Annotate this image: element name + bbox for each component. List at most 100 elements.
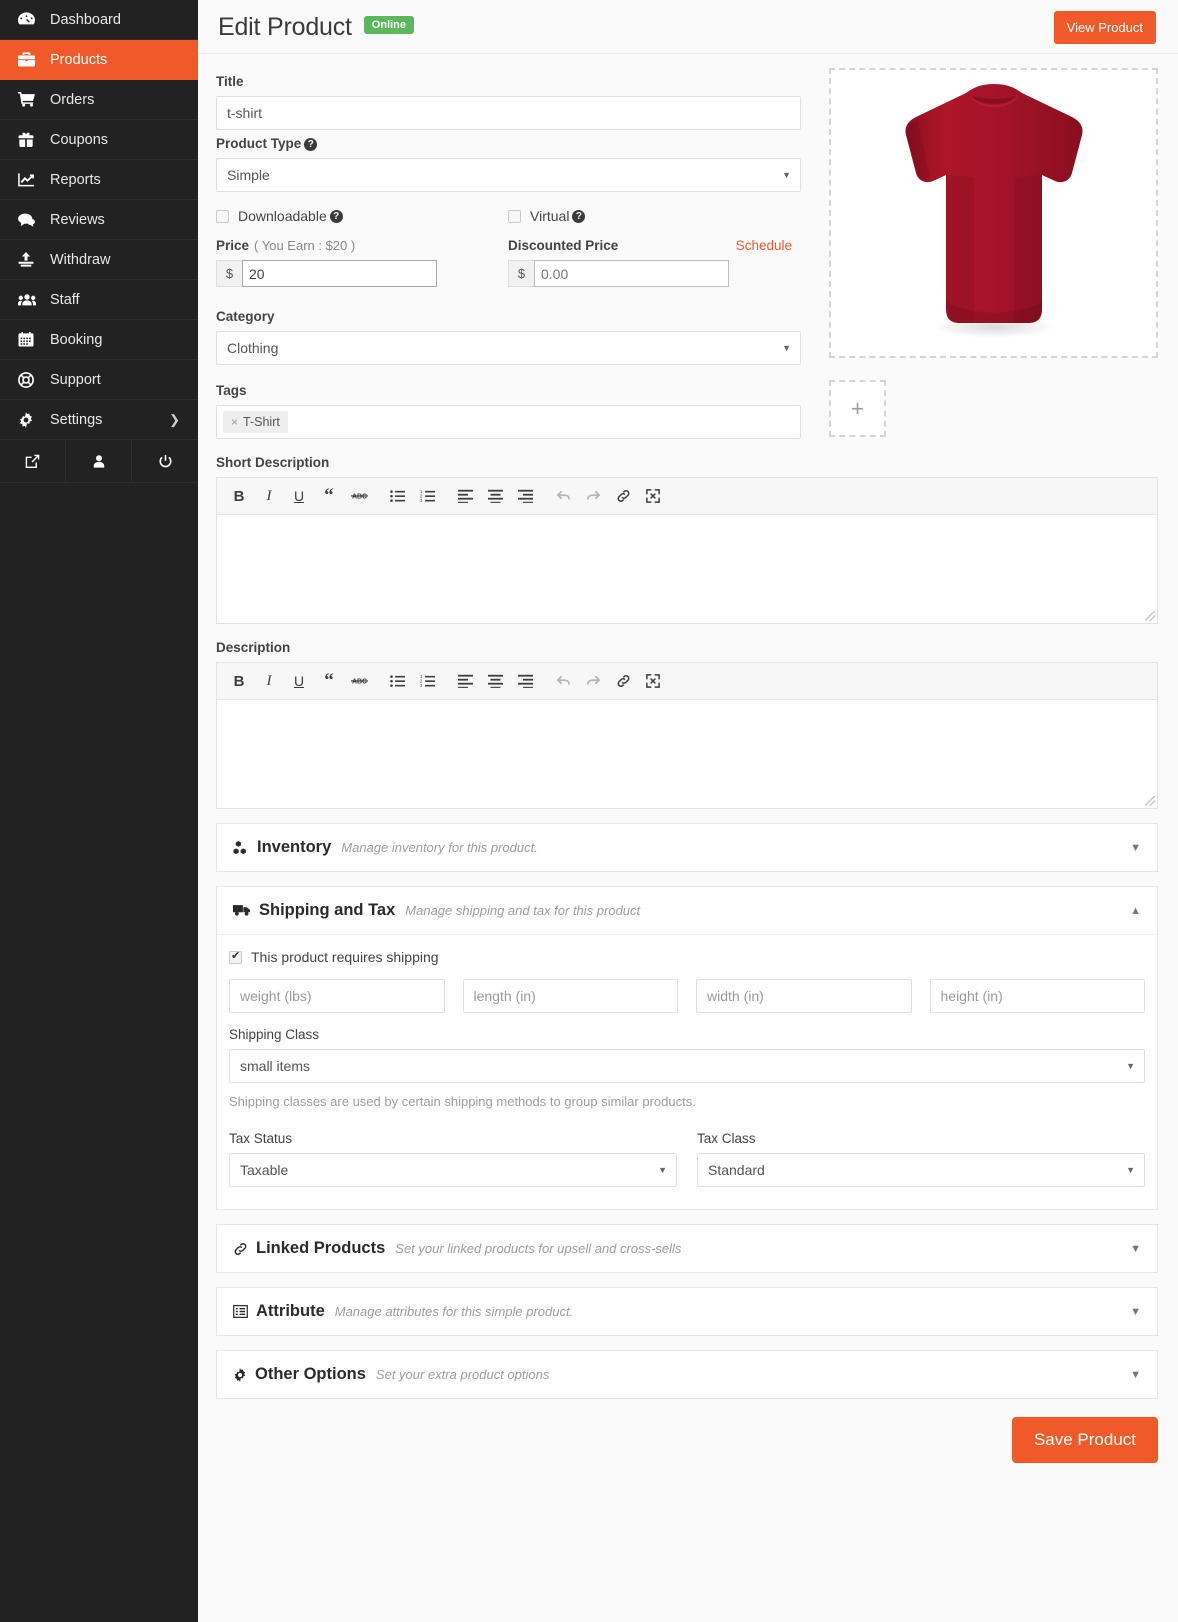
numbered-list-icon[interactable]: 123	[413, 669, 441, 693]
tag-chip[interactable]: × T-Shirt	[223, 411, 288, 433]
attribute-panel-header[interactable]: Attribute Manage attributes for this sim…	[217, 1288, 1157, 1335]
tax-class-select[interactable]	[697, 1153, 1145, 1187]
italic-icon[interactable]: I	[255, 484, 283, 508]
tags-input[interactable]: × T-Shirt	[216, 405, 801, 439]
italic-icon[interactable]: I	[255, 669, 283, 693]
title-input[interactable]	[216, 96, 801, 130]
help-icon[interactable]: ?	[329, 209, 343, 223]
form-right-column: +	[801, 68, 1158, 439]
align-left-icon[interactable]	[451, 484, 479, 508]
bold-icon[interactable]: B	[225, 669, 253, 693]
align-left-icon[interactable]	[451, 669, 479, 693]
sidebar-item-reviews[interactable]: Reviews	[0, 200, 198, 240]
undo-icon[interactable]	[549, 669, 577, 693]
chevron-right-icon[interactable]: ❯	[169, 412, 180, 428]
shipping-panel-header[interactable]: Shipping and Tax Manage shipping and tax…	[217, 887, 1157, 934]
editors-region: Short Description B I U “ABC 1 2 3 Description…	[198, 439, 1178, 1399]
blockquote-icon[interactable]: “	[315, 484, 343, 508]
bullet-list-icon[interactable]	[383, 669, 411, 693]
pricing-row: Price ( You Earn : $20 ) $ Discounted Pr…	[216, 238, 801, 287]
attribute-panel: Attribute Manage attributes for this sim…	[216, 1287, 1158, 1336]
help-icon[interactable]: ?	[572, 209, 586, 223]
fullscreen-icon[interactable]	[639, 669, 667, 693]
inventory-panel-header[interactable]: Inventory Manage inventory for this prod…	[217, 824, 1157, 871]
numbered-list-icon[interactable]: 123	[413, 484, 441, 508]
redo-icon[interactable]	[579, 484, 607, 508]
strikethrough-icon[interactable]: ABC	[345, 669, 373, 693]
width-input[interactable]	[696, 979, 912, 1013]
redo-icon[interactable]	[579, 669, 607, 693]
remove-tag-icon[interactable]: ×	[231, 415, 238, 429]
sidebar-item-coupons[interactable]: Coupons	[0, 120, 198, 160]
undo-icon[interactable]	[549, 484, 577, 508]
product-type-select[interactable]	[216, 158, 801, 192]
fullscreen-icon[interactable]	[639, 484, 667, 508]
description-textarea[interactable]	[217, 700, 1157, 808]
length-input[interactable]	[462, 979, 678, 1013]
shipping-class-select[interactable]	[229, 1049, 1145, 1083]
discounted-price-input[interactable]	[534, 260, 729, 287]
underline-icon[interactable]: U	[285, 669, 313, 693]
strikethrough-icon[interactable]: ABC	[345, 484, 373, 508]
chevron-up-icon[interactable]: ▲	[1130, 905, 1141, 917]
products-icon	[18, 52, 44, 67]
downloadable-checkbox-row[interactable]: Downloadable ?	[216, 208, 508, 224]
short-description-textarea[interactable]	[217, 515, 1157, 623]
align-right-icon[interactable]	[511, 484, 539, 508]
tax-status-label: Tax Status	[229, 1131, 293, 1146]
category-select[interactable]	[216, 331, 801, 365]
chevron-down-icon[interactable]: ▼	[1130, 1369, 1141, 1381]
resize-handle[interactable]	[1145, 611, 1155, 621]
sidebar-item-staff[interactable]: Staff	[0, 280, 198, 320]
external-link-icon[interactable]	[0, 440, 66, 482]
help-icon[interactable]: ?	[304, 138, 318, 151]
sidebar-item-label: Coupons	[50, 131, 109, 148]
product-image-dropzone[interactable]	[829, 68, 1158, 358]
sidebar-item-booking[interactable]: Booking	[0, 320, 198, 360]
sidebar-item-settings[interactable]: Settings ❯	[0, 400, 198, 440]
bold-icon[interactable]: B	[225, 484, 253, 508]
product-image	[904, 84, 1083, 338]
downloadable-checkbox[interactable]	[216, 209, 229, 223]
description-editor: B I U “ ABC 1 2 3	[216, 662, 1158, 809]
sidebar-item-support[interactable]: Support	[0, 360, 198, 400]
bullet-list-icon[interactable]	[383, 484, 411, 508]
virtual-checkbox-row[interactable]: Virtual ?	[508, 208, 800, 224]
link-icon[interactable]	[609, 669, 637, 693]
price-input[interactable]	[242, 260, 437, 287]
shipping-class-help-text: Shipping classes are used by certain shi…	[229, 1094, 696, 1109]
schedule-link[interactable]: Schedule	[736, 238, 800, 253]
sidebar-item-withdraw[interactable]: Withdraw	[0, 240, 198, 280]
align-center-icon[interactable]	[481, 669, 509, 693]
align-center-icon[interactable]	[481, 484, 509, 508]
align-right-icon[interactable]	[511, 669, 539, 693]
add-image-button[interactable]: +	[829, 380, 886, 437]
linked-products-panel-header[interactable]: Linked Products Set your linked products…	[217, 1225, 1157, 1272]
power-icon[interactable]	[132, 440, 198, 482]
weight-input[interactable]	[229, 979, 445, 1013]
sidebar-item-reports[interactable]: Reports	[0, 160, 198, 200]
sidebar-item-dashboard[interactable]: Dashboard	[0, 0, 198, 40]
tag-label: T-Shirt	[243, 415, 280, 429]
blockquote-icon[interactable]: “	[315, 669, 343, 693]
inventory-panel-subtitle: Manage inventory for this product.	[341, 840, 538, 855]
height-input[interactable]	[929, 979, 1145, 1013]
sidebar-item-products[interactable]: Products	[0, 40, 209, 80]
chevron-down-icon[interactable]: ▼	[1130, 1243, 1141, 1255]
shipping-class-label: Shipping Class	[229, 1027, 320, 1042]
linked-products-panel: Linked Products Set your linked products…	[216, 1224, 1158, 1273]
link-icon[interactable]	[609, 484, 637, 508]
chevron-down-icon[interactable]: ▼	[1130, 1306, 1141, 1318]
virtual-checkbox[interactable]	[508, 209, 521, 223]
save-product-button[interactable]: Save Product	[1011, 1417, 1158, 1463]
resize-handle[interactable]	[1145, 796, 1155, 806]
shipping-panel-subtitle: Manage shipping and tax for this product	[405, 903, 641, 918]
sidebar-item-orders[interactable]: Orders	[0, 80, 198, 120]
chevron-down-icon[interactable]: ▼	[1130, 842, 1141, 854]
tax-status-select[interactable]	[229, 1153, 677, 1187]
requires-shipping-checkbox[interactable]	[229, 949, 242, 964]
view-product-button[interactable]: View Product	[1053, 11, 1156, 44]
other-options-panel-header[interactable]: Other Options Set your extra product opt…	[217, 1351, 1157, 1398]
underline-icon[interactable]: U	[285, 484, 313, 508]
user-icon[interactable]	[66, 440, 132, 482]
